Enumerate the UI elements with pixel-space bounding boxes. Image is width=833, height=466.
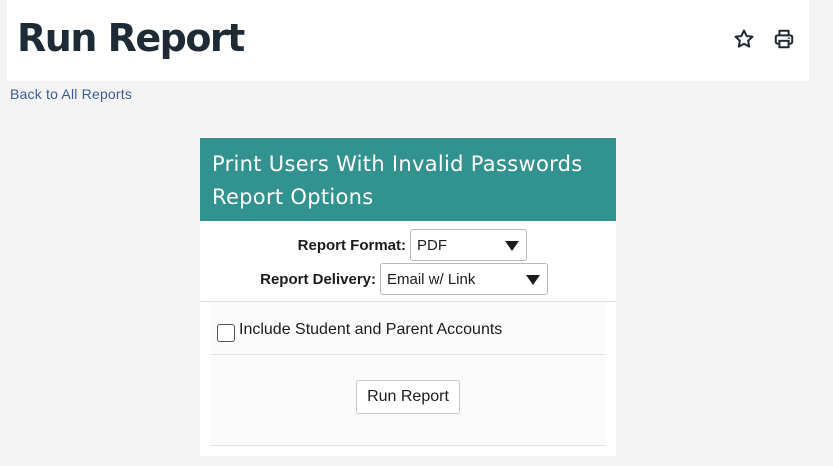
footer-divider bbox=[210, 445, 606, 446]
report-format-label: Report Format: bbox=[297, 236, 406, 254]
star-icon bbox=[734, 29, 754, 48]
report-format-row: Report Format: PDF bbox=[298, 229, 527, 261]
run-report-button[interactable]: Run Report bbox=[356, 380, 460, 414]
chevron-down-icon bbox=[505, 241, 519, 251]
options-divider bbox=[210, 354, 606, 355]
report-format-value: PDF bbox=[417, 236, 447, 254]
include-accounts-row: Include Student and Parent Accounts bbox=[217, 318, 502, 342]
report-delivery-label: Report Delivery: bbox=[260, 270, 376, 288]
report-options-heading: Print Users With Invalid Passwords Repor… bbox=[200, 138, 616, 221]
print-button[interactable] bbox=[771, 26, 797, 52]
report-format-select[interactable]: PDF bbox=[410, 229, 527, 261]
report-delivery-row: Report Delivery: Email w/ Link bbox=[260, 263, 548, 295]
include-accounts-label[interactable]: Include Student and Parent Accounts bbox=[239, 321, 502, 339]
printer-icon bbox=[774, 29, 794, 49]
report-options-panel: Print Users With Invalid Passwords Repor… bbox=[200, 138, 616, 456]
page-title: Run Report bbox=[17, 16, 245, 60]
report-delivery-select[interactable]: Email w/ Link bbox=[380, 263, 548, 295]
chevron-down-icon bbox=[526, 275, 540, 285]
back-to-reports-link[interactable]: Back to All Reports bbox=[10, 86, 132, 102]
include-accounts-checkbox[interactable] bbox=[217, 324, 235, 342]
report-delivery-value: Email w/ Link bbox=[387, 270, 476, 288]
favorite-button[interactable] bbox=[731, 26, 757, 52]
page-header: Run Report bbox=[7, 0, 809, 81]
